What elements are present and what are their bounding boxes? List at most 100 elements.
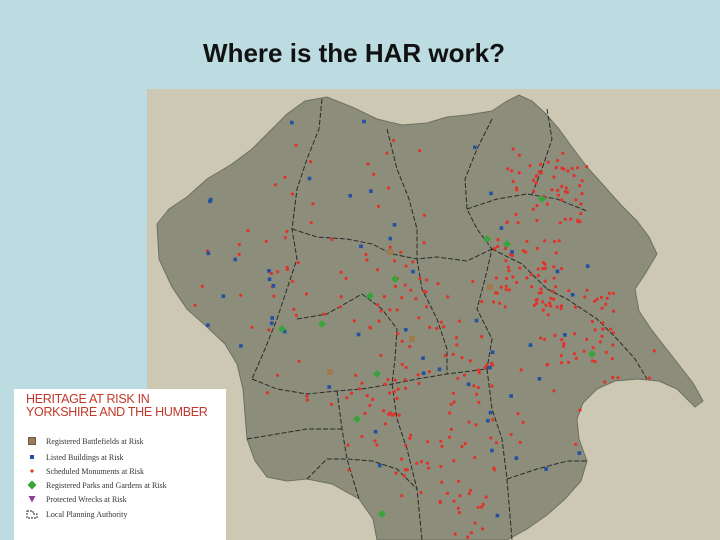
scheduled-monument-marker — [200, 284, 204, 288]
scheduled-monument-marker — [469, 531, 473, 535]
scheduled-monument-marker — [507, 269, 511, 273]
scheduled-monument-marker — [387, 391, 392, 395]
scheduled-monument-marker — [559, 354, 563, 358]
scheduled-monument-marker — [347, 468, 351, 472]
scheduled-monument-marker — [399, 250, 403, 254]
scheduled-monument-marker — [578, 408, 582, 412]
scheduled-monument-marker — [593, 360, 597, 364]
scheduled-monument-marker — [448, 411, 452, 415]
scheduled-monument-marker — [250, 325, 254, 329]
scheduled-monument-marker — [339, 270, 343, 274]
listed-building-marker — [359, 244, 363, 249]
listed-building-marker — [267, 269, 271, 273]
scheduled-monument-marker — [357, 387, 361, 391]
scheduled-monument-marker — [454, 336, 458, 340]
scheduled-monument-marker — [376, 204, 381, 208]
scheduled-monument-marker — [387, 186, 391, 190]
scheduled-monument-marker — [393, 378, 397, 382]
region-map — [156, 94, 704, 540]
legend-title-line-2: YORKSHIRE AND THE HUMBER — [26, 405, 208, 419]
scheduled-monument-marker — [503, 305, 507, 309]
scheduled-monument-marker — [442, 325, 446, 329]
listed-building-marker — [307, 176, 312, 181]
scheduled-monument-marker — [474, 423, 478, 427]
scheduled-monument-marker — [480, 335, 484, 339]
scheduled-monument-marker — [543, 262, 547, 266]
scheduled-monument-marker — [425, 461, 430, 465]
scheduled-monument-marker — [585, 165, 589, 169]
scheduled-monument-marker — [419, 490, 423, 495]
listed-building-marker — [488, 410, 493, 415]
scheduled-monument-marker — [290, 192, 295, 196]
scheduled-monument-marker — [467, 492, 471, 496]
scheduled-monument-marker — [498, 301, 502, 305]
scheduled-monument-marker — [590, 359, 594, 363]
scheduled-monument-marker — [549, 296, 553, 300]
scheduled-monument-marker — [424, 290, 428, 294]
listed-building-marker — [563, 333, 567, 337]
scheduled-monument-marker — [521, 249, 525, 253]
scheduled-monument-marker — [611, 343, 615, 347]
scheduled-monument-marker — [539, 287, 543, 291]
scheduled-monument-marker — [330, 237, 334, 242]
listed-building-marker — [392, 223, 397, 227]
listed-building-marker — [510, 250, 514, 254]
scheduled-monument-marker — [322, 312, 326, 316]
scheduled-monument-marker — [499, 285, 503, 289]
scheduled-monument-marker — [411, 260, 415, 264]
scheduled-monument-marker — [567, 289, 571, 293]
scheduled-monument-marker — [528, 164, 532, 168]
scheduled-monument-marker — [409, 433, 413, 437]
scheduled-monument-marker — [309, 221, 313, 225]
scheduled-monument-marker — [541, 308, 545, 312]
scheduled-monument-marker — [611, 291, 615, 296]
scheduled-monument-marker — [352, 319, 356, 323]
scheduled-monument-marker — [549, 304, 553, 308]
scheduled-monument-marker — [516, 412, 520, 416]
scheduled-monument-marker — [404, 365, 408, 370]
listed-building-marker — [377, 463, 382, 468]
scheduled-monument-marker — [572, 174, 576, 178]
scheduled-monument-marker — [481, 527, 485, 531]
scheduled-monument-marker — [418, 149, 422, 153]
scheduled-monument-marker — [518, 440, 522, 444]
scheduled-monument-marker — [605, 296, 609, 300]
listed-building-marker — [233, 257, 237, 262]
scheduled-monument-marker — [400, 494, 404, 498]
scheduled-monument-marker — [579, 202, 583, 206]
scheduled-monument-marker — [552, 240, 557, 244]
listed-building-marker — [544, 467, 548, 471]
listed-building-marker — [577, 451, 582, 455]
scheduled-monument-marker — [554, 251, 558, 255]
scheduled-monument-marker — [285, 267, 290, 271]
scheduled-monument-marker — [552, 175, 556, 179]
scheduled-monument-marker — [193, 303, 197, 307]
scheduled-monument-marker — [591, 346, 595, 350]
scheduled-monument-marker — [560, 166, 564, 170]
scheduled-monument-marker — [408, 345, 412, 349]
listed-building-marker — [404, 327, 408, 332]
scheduled-monument-marker — [480, 505, 484, 509]
scheduled-monument-marker — [394, 471, 398, 475]
listed-building-marker — [509, 394, 513, 398]
scheduled-monument-marker — [556, 158, 560, 163]
scheduled-monument-marker — [408, 436, 412, 440]
scheduled-monument-marker — [517, 171, 521, 175]
scheduled-monument-marker — [368, 403, 372, 407]
scheduled-monument-marker — [273, 183, 277, 187]
scheduled-monument-marker — [495, 291, 499, 295]
scheduled-monument-marker — [397, 413, 401, 417]
scheduled-monument-marker — [376, 303, 380, 307]
scheduled-monument-marker — [489, 436, 493, 440]
scheduled-monument-marker — [539, 162, 543, 166]
listed-building-marker — [486, 418, 490, 423]
scheduled-monument-marker — [505, 220, 509, 224]
authority-boundary-icon — [26, 507, 38, 521]
listed-building-marker — [499, 226, 504, 230]
scheduled-monument-marker — [338, 305, 343, 309]
listed-building-marker — [537, 377, 542, 381]
scheduled-monument-marker — [395, 396, 399, 400]
scheduled-monument-marker — [445, 491, 449, 495]
scheduled-monument-marker — [460, 356, 464, 360]
scheduled-monument-marker — [452, 459, 456, 463]
